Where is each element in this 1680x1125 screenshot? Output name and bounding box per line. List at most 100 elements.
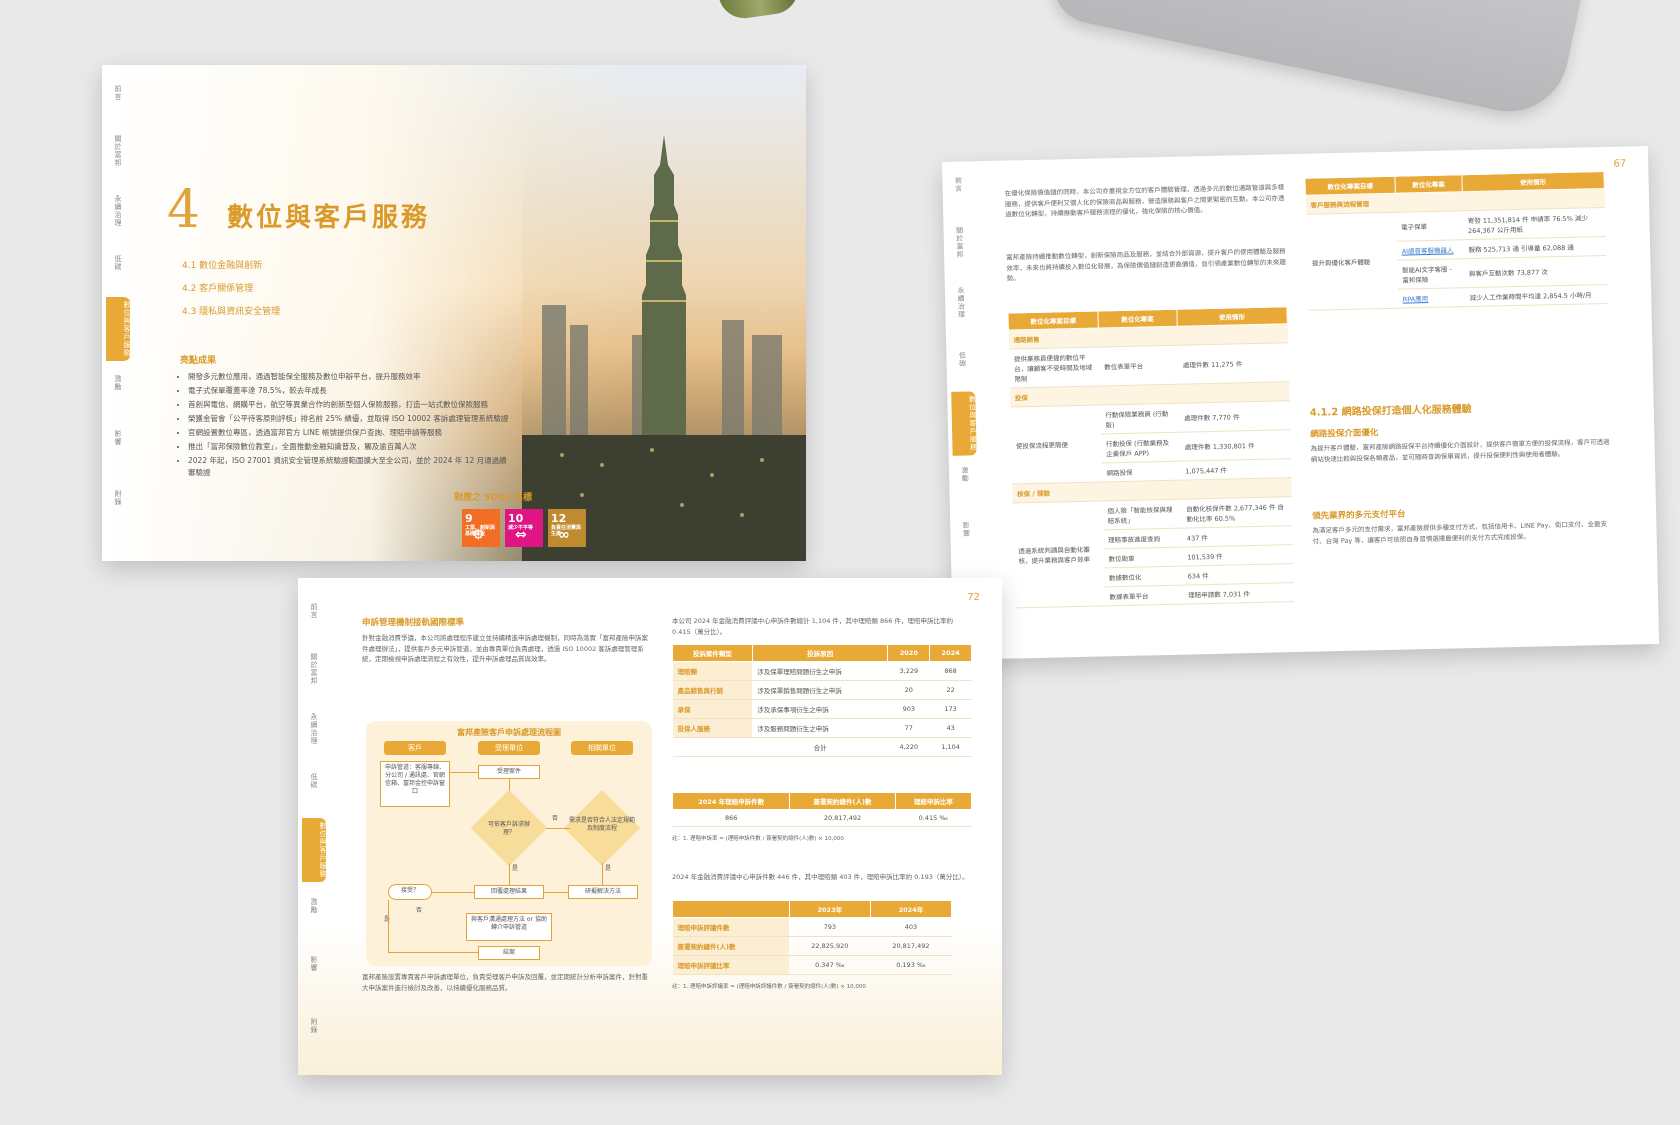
- section-list: 4.1 數位金融與創新 4.2 客戶關係管理 4.3 隱私與資訊安全管理: [182, 255, 280, 324]
- nav-item-impact[interactable]: 影響: [114, 430, 122, 446]
- nav-item-governance[interactable]: 永續治理: [957, 287, 966, 319]
- chapter-number: 4: [167, 180, 201, 240]
- table-row: 承保 涉及承保事項衍生之申訴 903 173: [672, 699, 972, 719]
- table-header: 投訴原因: [751, 644, 889, 662]
- table-header: 數位化專案目標: [1304, 176, 1396, 196]
- flow-decision-1-text: 可依客戶訴求辦理？: [487, 821, 530, 836]
- flowchart-title: 富邦產險客戶申訴處理流程圖: [457, 728, 561, 737]
- flow-arrow: [546, 828, 570, 829]
- nav-item-digital[interactable]: 數位與客戶服務: [951, 391, 978, 456]
- flow-other-box: 與客戶溝通處理方法 or 協助轉介申訴管道: [466, 913, 552, 941]
- table-row: 提供業務員便捷的數位平台，讓顧客不受時間及地域限制 數位表單平台 處理件數 11…: [1008, 342, 1289, 389]
- table-header: [672, 900, 790, 918]
- nav-item-governance[interactable]: 永續治理: [114, 195, 122, 227]
- sdg-badge-9: 9 工業、創新與基礎建設 ⚙: [462, 509, 500, 547]
- lane-related: 相關單位: [571, 741, 633, 755]
- table-note: 註：1. 理賠申訴率 = (理賠申訴件數 / 簽署契約總件(人)數) × 10,…: [672, 836, 844, 842]
- table-row: 理賠申訴評議比率 0.347 ‰ 0.193 ‰: [672, 955, 952, 975]
- nav-item-incentive[interactable]: 激勵: [114, 375, 122, 391]
- section-link[interactable]: 4.3 隱私與資訊安全管理: [182, 301, 280, 324]
- table-header: 2024: [929, 644, 972, 662]
- nav-item-digital[interactable]: 數位與客戶服務: [302, 818, 327, 882]
- taipei-skyline-photo: [522, 135, 806, 561]
- table-row: 產品銷售與行銷 涉及保單銷售問題衍生之申訴 20 22: [672, 680, 972, 700]
- section-link[interactable]: 4.2 客戶關係管理: [182, 278, 280, 301]
- stats-paragraph: 本公司 2024 年金融消費評議中心申訴件數總計 1,104 件，其中理賠類 8…: [672, 617, 953, 636]
- highlight-item: 電子式保單覆蓋率達 78.5%，較去年成長: [188, 385, 510, 397]
- flow-arrow: [544, 892, 568, 893]
- bottom-side-nav: 前言 關於富邦 永續治理 低碳 數位與客戶服務 激勵 影響 附錄: [298, 578, 338, 1075]
- nav-item-impact[interactable]: 影響: [310, 956, 318, 972]
- nav-item-governance[interactable]: 永續治理: [310, 713, 318, 745]
- nav-item-low-carbon[interactable]: 低碳: [310, 773, 318, 789]
- flow-solve-box: 研擬解決方法: [568, 885, 638, 899]
- table-header: 數位化專案: [1097, 309, 1178, 328]
- chapter-cover-page: 前言 關於富邦 永續治理 低碳 數位與客戶服務 激勵 影響 附錄 4 數位與客戶…: [102, 65, 806, 561]
- subsection-text: 為提升客戶體驗，富邦產險網路投保平台持續優化介面設計，提供客戶簡單方便的投保流程…: [1310, 437, 1610, 464]
- nav-item-preface[interactable]: 前言: [310, 603, 318, 619]
- section-link[interactable]: 4.1 數位金融與創新: [182, 255, 280, 278]
- nav-item-incentive[interactable]: 激勵: [310, 898, 318, 914]
- flow-decision-2-text: 需求是否符合人法定規範及制度流程: [569, 817, 636, 832]
- flow-reply-box: 回覆處理結果: [474, 885, 544, 899]
- nav-item-impact[interactable]: 影響: [962, 521, 970, 537]
- cover-side-nav: 前言 關於富邦 永續治理 低碳 數位與客戶服務 激勵 影響 附錄: [102, 65, 142, 561]
- table-total-row: 合計 4,220 1,104: [672, 737, 972, 757]
- lane-accept: 受理單位: [478, 741, 540, 755]
- flow-arrow: [388, 952, 478, 953]
- flow-label-yes: 是: [605, 865, 612, 872]
- infinity-icon: ∞: [558, 527, 570, 543]
- claim-complaint-ratio-table: 2024 年理賠申訴件數 簽署契約總件(人)數 理賠申訴比率 866 20,81…: [671, 792, 973, 827]
- nav-item-about[interactable]: 關於富邦: [955, 227, 964, 259]
- nav-item-digital[interactable]: 數位與客戶服務: [106, 297, 131, 361]
- table-header: 簽署契約總件(人)數: [789, 792, 896, 810]
- nav-item-low-carbon[interactable]: 低碳: [958, 351, 966, 367]
- section-title: 申訴管理機制接軌國際標準: [362, 618, 465, 628]
- nav-item-preface[interactable]: 前言: [954, 177, 962, 193]
- lane-customer: 客戶: [384, 741, 446, 755]
- flow-arrow: [602, 863, 603, 885]
- digital-projects-page: 前言 關於富邦 永續治理 低碳 數位與客戶服務 激勵 影響 67 在優化保險價值…: [942, 145, 1660, 660]
- flow-arrow: [388, 900, 389, 952]
- page-number: 67: [1613, 158, 1627, 170]
- nav-item-preface[interactable]: 前言: [114, 85, 122, 101]
- nav-item-about[interactable]: 關於富邦: [114, 135, 122, 167]
- nav-item-appendix[interactable]: 附錄: [310, 1018, 318, 1034]
- section-title: 4.1.2 網路投保打造個人化服務體驗: [1309, 404, 1472, 419]
- sdg-badge-10: 10 減少不平等 ⇔: [505, 509, 543, 547]
- flow-label-yes: 是: [512, 865, 519, 872]
- closing-paragraph: 富邦產險設置專責客戶申訴處理單位，負責受理客戶申訴及回覆，並定期統計分析申訴案件…: [362, 973, 648, 992]
- table-header: 2020: [887, 644, 931, 662]
- table-row: 簽署契約總件(人)數 22,825,920 20,817,492: [672, 936, 952, 956]
- nav-item-about[interactable]: 關於富邦: [310, 653, 318, 685]
- table-header: 2023年: [788, 900, 871, 918]
- table-header: 數位化專案: [1394, 174, 1463, 194]
- table-header: 投訴案件類型: [672, 644, 753, 662]
- flow-accept-decision: 接受？: [388, 884, 432, 900]
- intro-paragraph: 在優化保險價值鏈的同時，本公司亦重視全方位的客戶體驗管理，透過多元的數位通路管道…: [1004, 183, 1285, 219]
- table-row: 理賠類 涉及保單理賠問題衍生之申訴 3,229 868: [672, 661, 972, 681]
- table-header: 2024 年理賠申訴件數: [671, 792, 791, 810]
- flow-accept-box: 受理案件: [478, 765, 540, 779]
- sdg-title: 對應之 SDGs 目標: [454, 493, 532, 503]
- chapter-title: 數位與客戶服務: [227, 203, 431, 233]
- table-header: 2024年: [869, 900, 953, 918]
- complaint-management-page: 前言 關於富邦 永續治理 低碳 數位與客戶服務 激勵 影響 附錄 72 申訴管理…: [298, 578, 1002, 1075]
- flow-arrow: [432, 892, 474, 893]
- flow-label-yes: 是: [384, 916, 391, 923]
- nav-item-appendix[interactable]: 附錄: [114, 490, 122, 506]
- subsection-text: 為滿足客戶多元的支付需求，富邦產險提供多種支付方式，包括信用卡、LINE Pay…: [1312, 520, 1608, 546]
- table-row: 投保人服務 涉及服務問題衍生之申訴 77 43: [672, 718, 972, 738]
- laptop-prop: [1046, 0, 1584, 123]
- flow-channels-box: 申訴管道：客服專線、分公司 / 通訊處、官網信箱、富邦金控申訴窗口: [380, 761, 450, 807]
- page-number: 72: [967, 592, 980, 603]
- nav-item-incentive[interactable]: 激勵: [961, 466, 969, 482]
- nav-item-low-carbon[interactable]: 低碳: [114, 255, 122, 271]
- intro-paragraph: 針對金融消費爭議，本公司將處理程序建立並持續精進申訴處理機制，同時為落實「富邦產…: [362, 634, 648, 663]
- flow-label-no: 否: [552, 815, 559, 822]
- mediation-ratio-table: 2023年 2024年 理賠申訴評議件數 793 403 簽署契約總件(人)數 22,…: [672, 900, 953, 975]
- highlight-item: 開發多元數位應用，通過智能保全服務及數位申辦平台，提升服務效率: [188, 371, 510, 383]
- stats-paragraph-2: 2024 年金融消費評議中心申訴件數 446 件，其中理賠類 403 件，理賠申…: [672, 873, 969, 881]
- flow-arrow: [509, 863, 510, 885]
- digital-projects-table: 數位化專案目標 數位化專案 使用情形 通路銷售 提供業務員便捷的數位平台，讓顧客…: [1007, 306, 1294, 608]
